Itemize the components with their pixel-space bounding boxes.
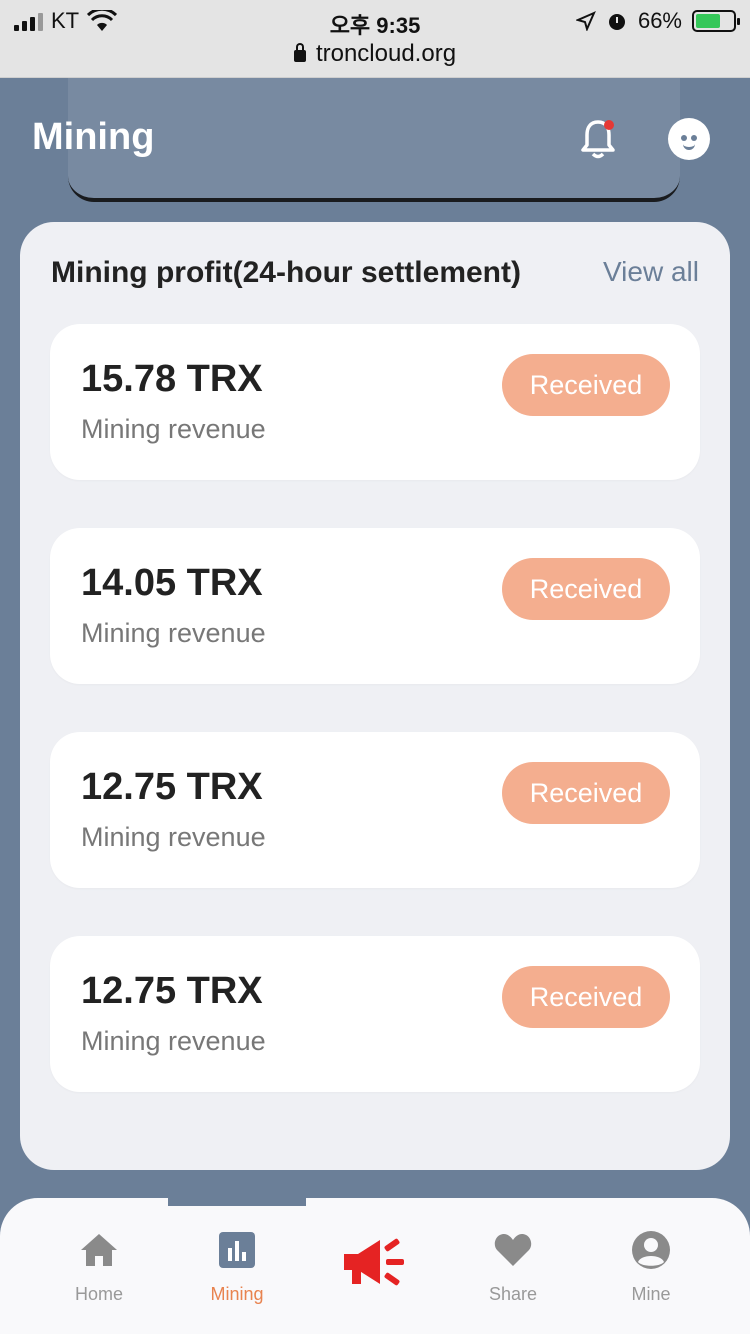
received-status-button[interactable]: Received	[502, 762, 670, 824]
received-status-button[interactable]: Received	[502, 966, 670, 1028]
status-bar: KT 오후 9:35 66% troncloud.org	[0, 0, 750, 78]
tab-share[interactable]: Share	[444, 1198, 582, 1334]
section-title: Mining profit(24-hour settlement)	[51, 256, 521, 289]
status-right: 66%	[575, 8, 740, 34]
revenue-label: Mining revenue	[81, 1026, 266, 1056]
url-bar[interactable]: troncloud.org	[0, 40, 750, 68]
tab-label: Share	[488, 1284, 538, 1304]
revenue-amount: 12.75 TRX	[81, 970, 263, 1012]
alarm-icon	[608, 14, 625, 30]
revenue-card: 12.75 TRX Mining revenue Received	[50, 936, 700, 1092]
battery-percent: 66%	[637, 8, 682, 33]
revenue-label: Mining revenue	[81, 618, 266, 648]
tab-announcement[interactable]	[306, 1198, 444, 1334]
revenue-amount: 14.05 TRX	[81, 562, 263, 604]
revenue-label: Mining revenue	[81, 822, 266, 852]
tab-label: Mine	[631, 1284, 671, 1304]
heart-icon	[494, 1234, 532, 1266]
revenue-card: 15.78 TRX Mining revenue Received	[50, 324, 700, 480]
tab-label: Home	[74, 1284, 123, 1304]
mining-profit-panel: Mining profit(24-hour settlement) View a…	[20, 222, 730, 1170]
tab-mining[interactable]: Mining	[168, 1198, 306, 1334]
bottom-tab-bar: Home Mining Share Mine	[0, 1198, 750, 1334]
megaphone-icon	[344, 1238, 404, 1286]
revenue-card: 14.05 TRX Mining revenue Received	[50, 528, 700, 684]
tab-home[interactable]: Home	[30, 1198, 168, 1334]
battery-icon	[692, 10, 740, 32]
avatar-icon[interactable]	[668, 118, 710, 160]
received-status-button[interactable]: Received	[502, 558, 670, 620]
user-icon	[632, 1231, 670, 1269]
view-all-link[interactable]: View all	[603, 256, 699, 288]
lock-icon	[293, 43, 306, 62]
revenue-card: 12.75 TRX Mining revenue Received	[50, 732, 700, 888]
revenue-label: Mining revenue	[81, 414, 266, 444]
page-title: Mining	[32, 116, 155, 158]
tab-label: Mining	[210, 1284, 264, 1304]
tab-mine[interactable]: Mine	[582, 1198, 720, 1334]
revenue-amount: 15.78 TRX	[81, 358, 263, 400]
home-icon	[81, 1234, 117, 1266]
received-status-button[interactable]: Received	[502, 354, 670, 416]
chart-icon	[219, 1232, 255, 1268]
notification-dot	[604, 120, 614, 130]
location-arrow-icon	[575, 11, 596, 31]
revenue-amount: 12.75 TRX	[81, 766, 263, 808]
url-text: troncloud.org	[315, 40, 457, 67]
